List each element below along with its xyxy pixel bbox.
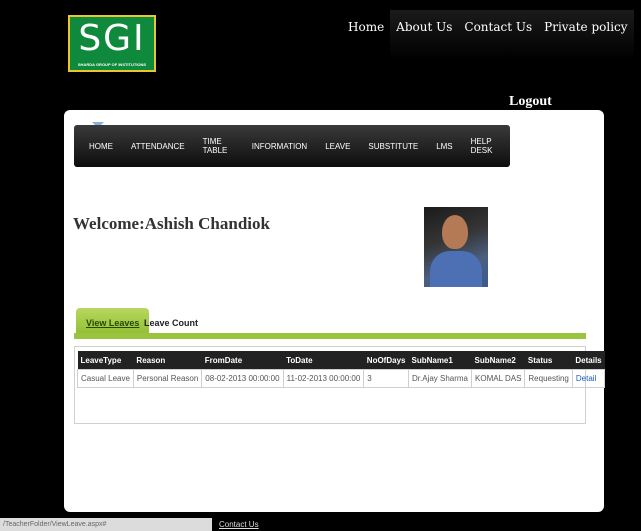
cell-sub-name-2: KOMAL DAS — [471, 369, 526, 388]
cell-details: Detail — [571, 369, 606, 388]
header-sub-name-1: SubName1 — [408, 351, 472, 370]
nav-leave[interactable]: LEAVE — [316, 142, 359, 151]
detail-link[interactable]: Detail — [576, 374, 596, 383]
tab-underline-bar — [74, 333, 586, 339]
nav-help-desk[interactable]: HELP DESK — [462, 137, 510, 155]
top-nav-home[interactable]: Home — [342, 10, 390, 60]
nav-substitute[interactable]: SUBSTITUTE — [359, 142, 427, 151]
nav-attendance[interactable]: ATTENDANCE — [122, 142, 194, 151]
nav-lms[interactable]: LMS — [427, 142, 461, 151]
cell-from-date: 08-02-2013 00:00:00 — [201, 369, 284, 388]
header-sub-name-2: SubName2 — [471, 351, 525, 370]
nav-information[interactable]: INFORMATION — [243, 142, 316, 151]
cell-to-date: 11-02-2013 00:00:00 — [282, 369, 365, 388]
main-navigation: HOME ATTENDANCE TIME TABLE INFORMATION L… — [74, 125, 510, 167]
top-navigation: Home About Us Contact Us Private policy — [342, 10, 634, 60]
header-no-of-days: NoOfDays — [363, 351, 409, 370]
user-photo — [424, 207, 488, 287]
header-from-date: FromDate — [201, 351, 284, 370]
nav-home[interactable]: HOME — [80, 142, 122, 151]
photo-face — [442, 215, 468, 249]
cell-status: Requesting — [524, 369, 573, 388]
table-row: Casual Leave Personal Reason 08-02-2013 … — [77, 369, 606, 388]
cell-leave-type: Casual Leave — [77, 369, 134, 388]
browser-status-bar: /TeacherFolder/ViewLeave.aspx# — [0, 518, 212, 531]
nav-time-table[interactable]: TIME TABLE — [194, 137, 243, 155]
header-to-date: ToDate — [283, 351, 364, 370]
cell-reason: Personal Reason — [132, 369, 203, 388]
header-details: Details — [572, 351, 605, 370]
cell-sub-name-1: Dr.Ajay Sharma — [407, 369, 473, 388]
top-nav-contact-us[interactable]: Contact Us — [458, 10, 539, 60]
top-nav-private-policy[interactable]: Private policy — [538, 10, 634, 60]
photo-shirt — [430, 251, 482, 287]
welcome-heading: Welcome:Ashish Chandiok — [73, 214, 270, 233]
leaves-table: LeaveType Reason FromDate ToDate NoOfDay… — [77, 351, 606, 388]
header-leave-type: LeaveType — [77, 351, 134, 370]
header-status: Status — [524, 351, 573, 370]
header-reason: Reason — [133, 351, 202, 370]
top-nav-about-us[interactable]: About Us — [390, 10, 459, 60]
sgi-logo[interactable]: SGI SHARDA GROUP OF INSTITUTIONS — [68, 15, 156, 72]
cell-no-of-days: 3 — [363, 369, 409, 388]
table-header-row: LeaveType Reason FromDate ToDate NoOfDay… — [77, 351, 605, 370]
logo-subtext: SHARDA GROUP OF INSTITUTIONS — [77, 62, 147, 67]
footer-contact-us-link[interactable]: Contact Us — [219, 520, 259, 529]
logo-text: SGI — [78, 18, 146, 59]
